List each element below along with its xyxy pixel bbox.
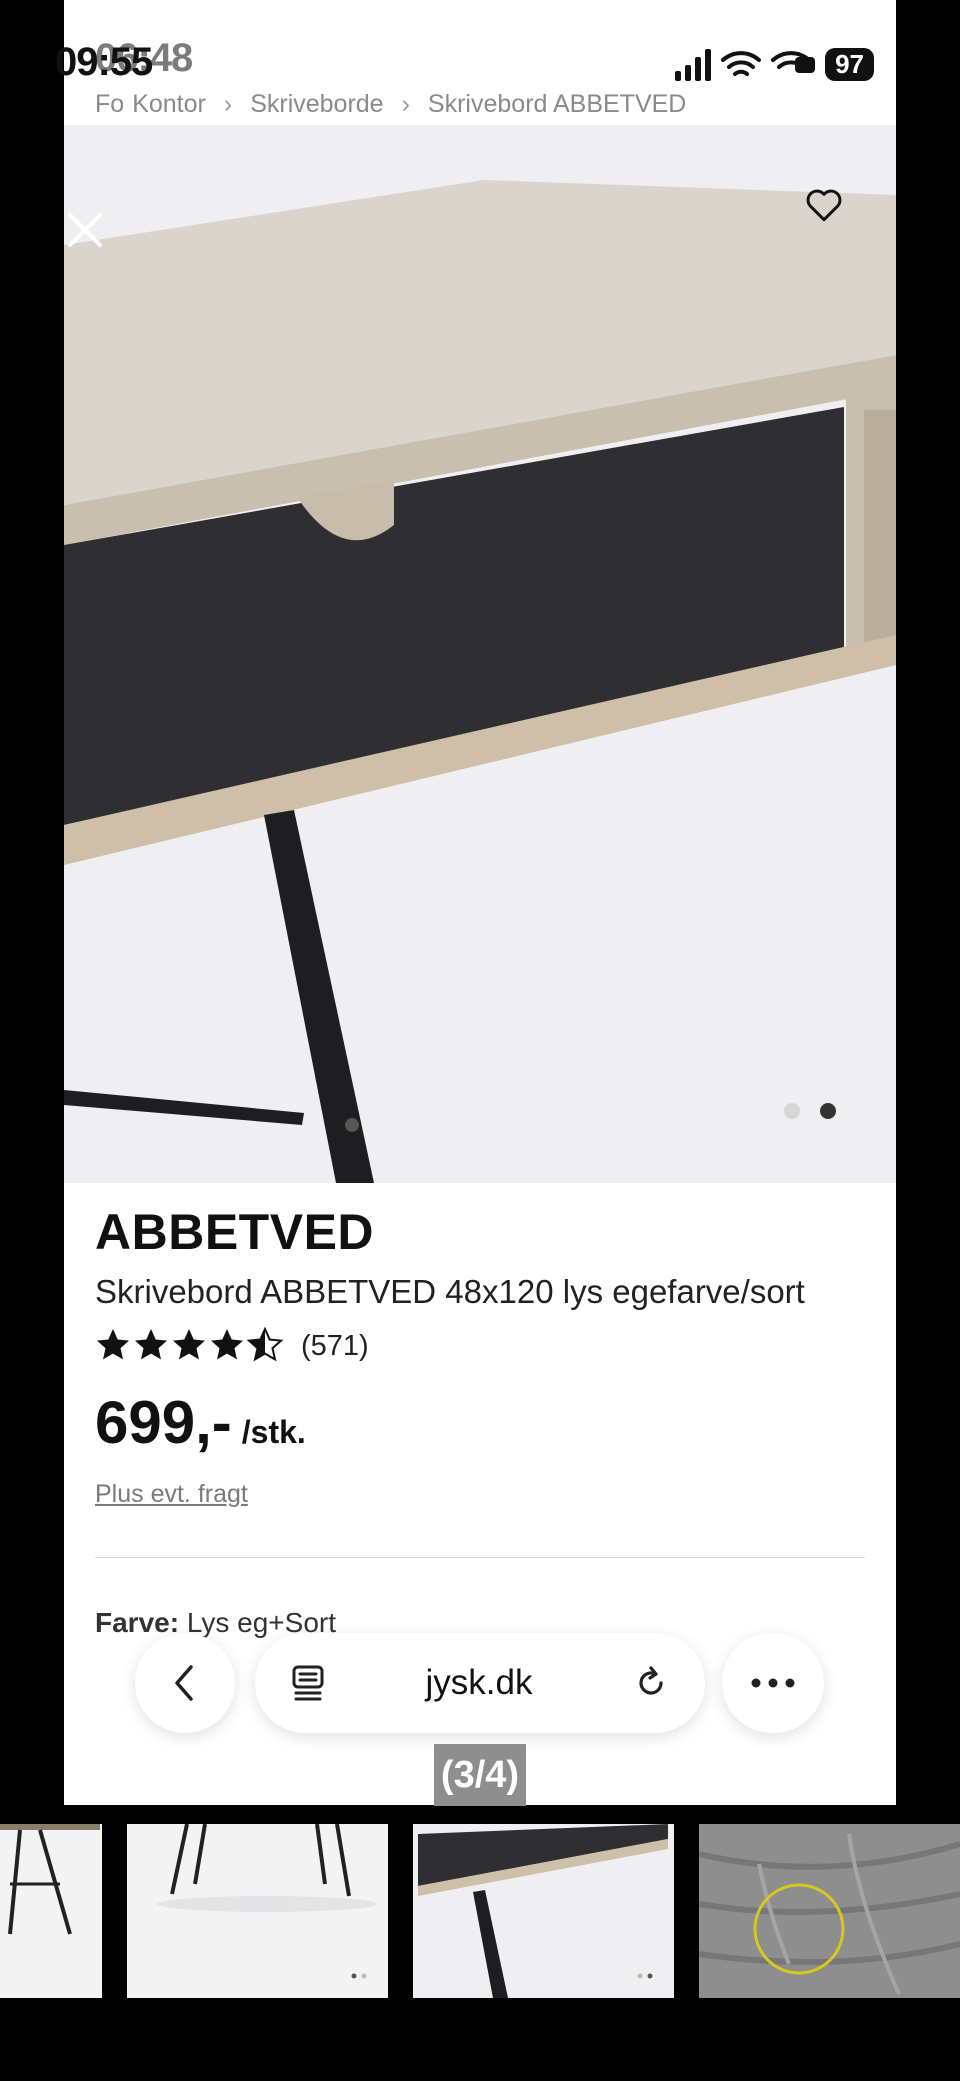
rating-stars-icon bbox=[97, 1327, 284, 1362]
breadcrumb: Fo Kontor › Skriveborde › Skrivebord ABBETVED bbox=[95, 90, 686, 119]
page-menu-icon[interactable] bbox=[291, 1664, 325, 1702]
breadcrumb-separator-icon: › bbox=[223, 90, 233, 118]
breadcrumb-item[interactable]: Skrivebord ABBETVED bbox=[428, 90, 686, 118]
product-brand: ABBETVED bbox=[95, 1204, 375, 1260]
thumbnail-4[interactable] bbox=[699, 1824, 960, 1998]
status-time-overlay: 06:48 bbox=[95, 36, 193, 80]
thumbnail-3-active[interactable] bbox=[413, 1824, 674, 1998]
chevron-left-icon bbox=[175, 1665, 193, 1701]
breadcrumb-item[interactable]: Fo bbox=[95, 90, 124, 118]
url-text[interactable]: jysk.dk bbox=[426, 1663, 533, 1703]
status-icons: 97 bbox=[675, 48, 874, 81]
product-title: Skrivebord ABBETVED 48x120 lys egefarve/… bbox=[95, 1273, 805, 1310]
rating[interactable]: (571) bbox=[95, 1327, 369, 1365]
browser-viewport: Fo Kontor › Skriveborde › Skrivebord ABBETVED bbox=[64, 0, 896, 1805]
price-value: 699,- bbox=[95, 1389, 232, 1456]
review-count[interactable]: (571) bbox=[301, 1330, 369, 1363]
divider bbox=[95, 1557, 865, 1558]
ellipsis-icon bbox=[751, 1678, 795, 1688]
wifi-icon bbox=[721, 50, 762, 76]
top-strip bbox=[64, 0, 896, 31]
carousel-dots bbox=[784, 1103, 836, 1119]
carousel-dot[interactable] bbox=[784, 1103, 800, 1119]
thumbnail-2[interactable] bbox=[127, 1824, 388, 1998]
back-button[interactable] bbox=[135, 1633, 235, 1733]
price: 699,-/stk. bbox=[95, 1388, 306, 1457]
close-icon[interactable] bbox=[64, 209, 106, 256]
status-time: 09:55 06:48 bbox=[55, 36, 193, 85]
breadcrumb-item[interactable]: Kontor bbox=[132, 90, 206, 118]
carousel-dot-active[interactable] bbox=[820, 1103, 836, 1119]
reload-icon[interactable] bbox=[633, 1665, 669, 1701]
color-label: Farve: bbox=[95, 1607, 180, 1638]
battery-indicator: 97 bbox=[825, 48, 874, 81]
thumbnail-1[interactable] bbox=[0, 1824, 102, 1998]
signal-icon bbox=[675, 48, 712, 81]
address-bar[interactable]: jysk.dk bbox=[255, 1633, 705, 1733]
wifi-icon bbox=[771, 50, 816, 73]
gallery-counter: (3/4) bbox=[434, 1744, 526, 1806]
product-image[interactable] bbox=[64, 125, 896, 1183]
favorite-heart-icon[interactable] bbox=[804, 187, 844, 228]
thumbnail-strip bbox=[0, 1824, 960, 1998]
desk-photo bbox=[64, 125, 896, 1183]
breadcrumb-item[interactable]: Skriveborde bbox=[250, 90, 383, 118]
freight-link[interactable]: Plus evt. fragt bbox=[95, 1480, 248, 1509]
breadcrumb-separator-icon: › bbox=[401, 90, 410, 118]
price-unit: /stk. bbox=[241, 1414, 306, 1450]
more-button[interactable] bbox=[722, 1633, 824, 1733]
